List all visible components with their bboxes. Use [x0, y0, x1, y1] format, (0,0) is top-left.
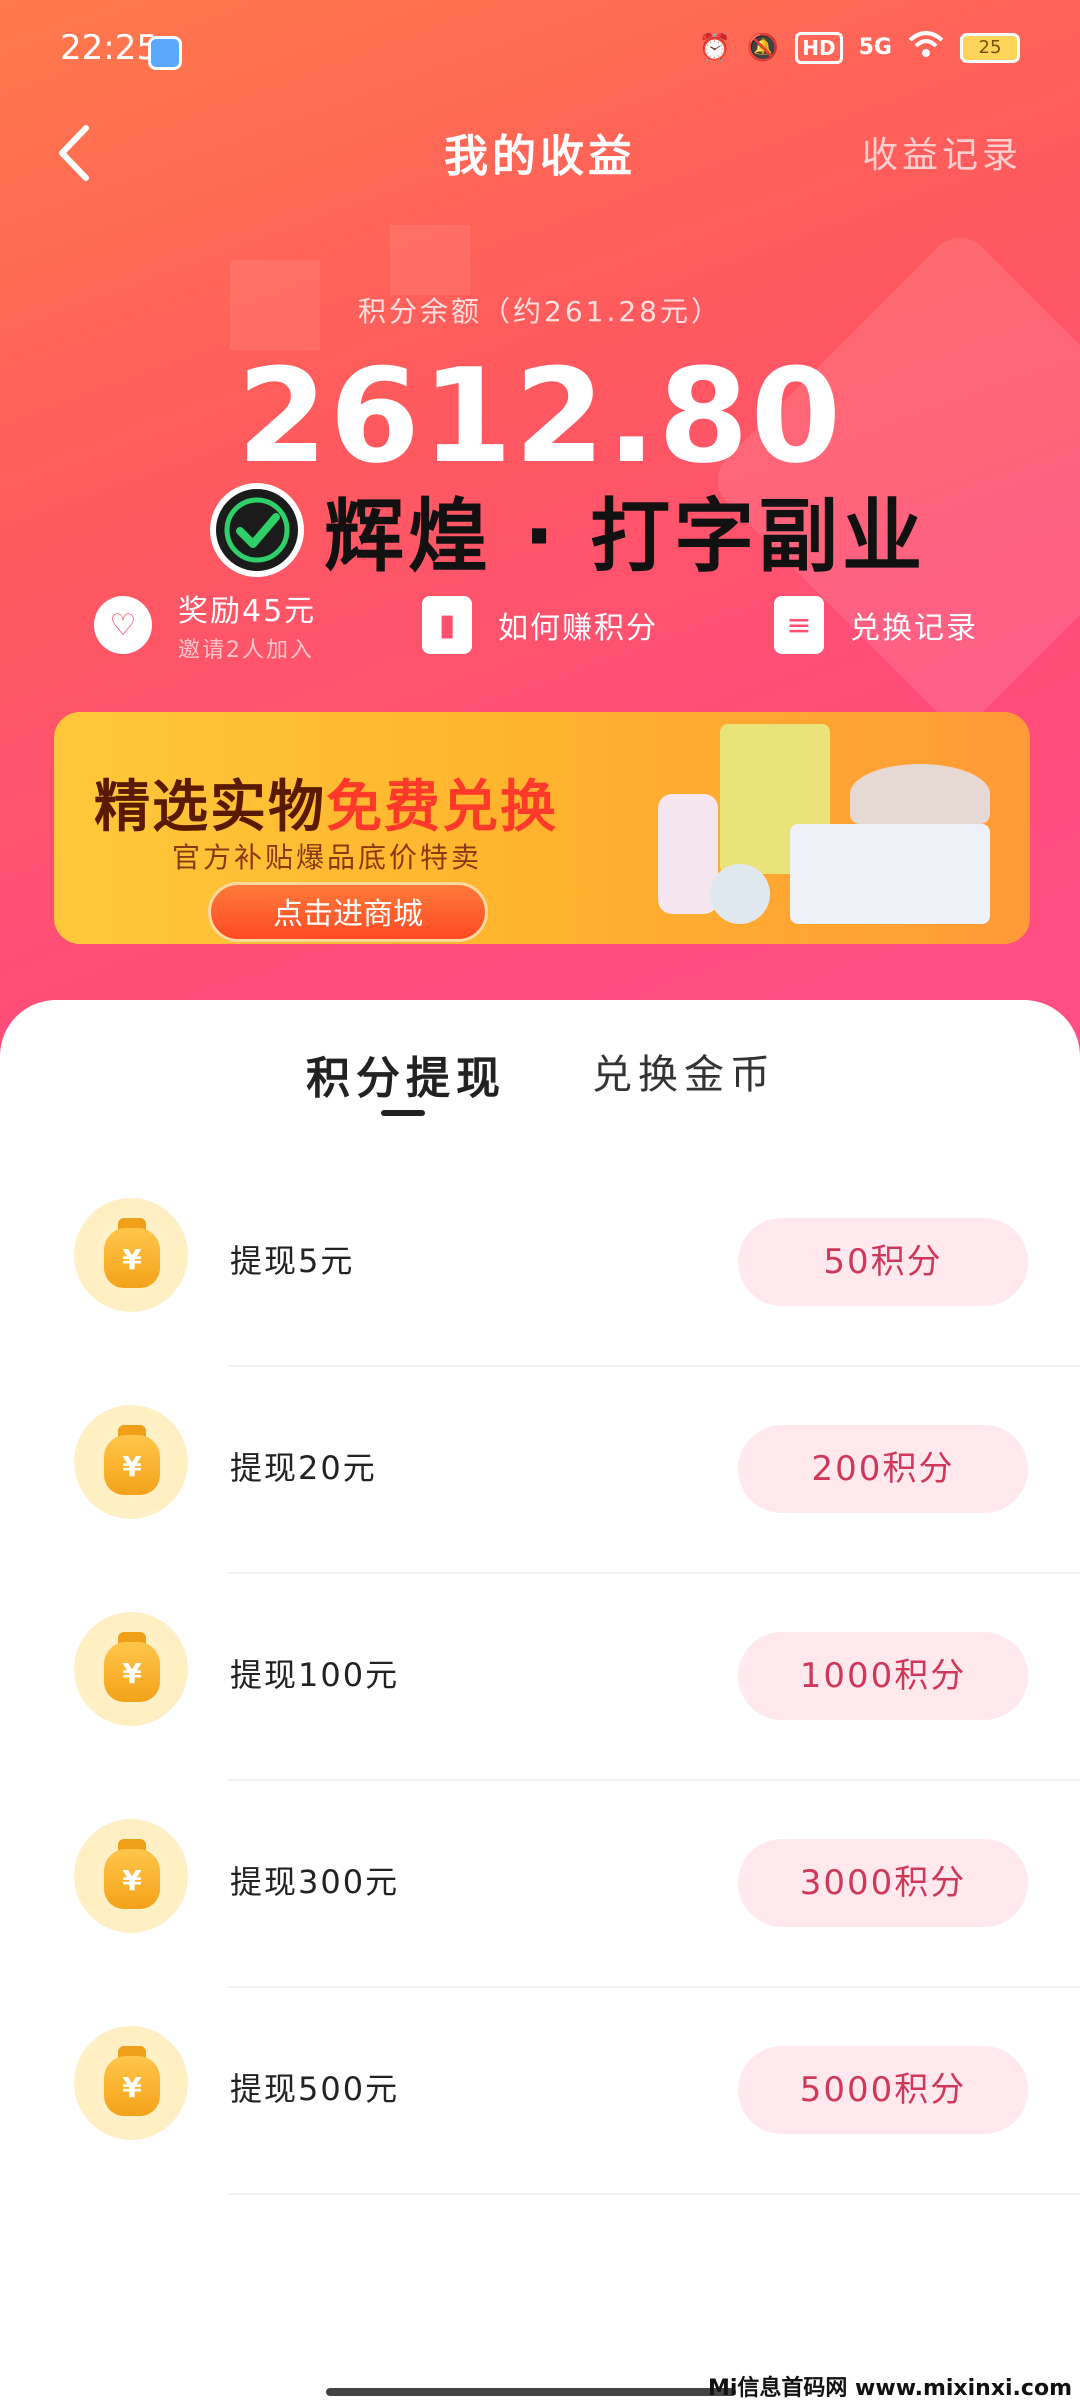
status-time: 22:25 — [60, 28, 158, 68]
list-item: ¥ 提现5元 50积分 — [0, 1160, 1080, 1367]
book-icon: ▮ — [422, 596, 472, 654]
withdraw-label: 提现500元 — [230, 2070, 400, 2108]
divider — [228, 2193, 1080, 2195]
banner-title-part1: 精选实物 — [94, 775, 326, 840]
check-circle-icon — [210, 483, 304, 577]
tab-points-withdraw[interactable]: 积分提现 — [306, 1042, 506, 1106]
withdraw-button[interactable]: 50积分 — [738, 1218, 1028, 1306]
signal-icon: 5G — [858, 35, 892, 60]
banner-subtitle: 官方补贴爆品底价特卖 — [172, 841, 483, 874]
quick-links: ♡ 奖励45元 邀请2人加入 ▮ 如何赚积分 ≡ 兑换记录 — [0, 580, 1080, 670]
quick-link-label: 奖励45元 — [178, 594, 317, 629]
product-box — [790, 824, 990, 924]
withdraw-button[interactable]: 1000积分 — [738, 1632, 1028, 1720]
status-bar: 22:25 ⏰ 🔕 HD 5G 25 — [0, 0, 1080, 100]
balance-label: 积分余额（约261.28元） — [358, 295, 722, 328]
banner-title: 精选实物免费兑换 — [94, 762, 558, 843]
tab-exchange-coins[interactable]: 兑换金币 — [592, 1042, 776, 1100]
brand-text: 辉煌 · 打字副业 — [324, 490, 927, 583]
notification-app-icon — [148, 36, 182, 70]
home-indicator[interactable] — [326, 2388, 736, 2396]
withdraw-panel: 积分提现 兑换金币 ¥ 提现5元 50积分 ¥ 提现20元 200积分 ¥ 提现… — [0, 1000, 1080, 2400]
mute-icon: 🔕 — [746, 32, 780, 63]
product-can — [710, 864, 770, 924]
money-bag-icon: ¥ — [74, 1612, 188, 1726]
document-icon: ≡ — [774, 596, 824, 654]
exchange-record-link[interactable]: ≡ 兑换记录 — [774, 580, 978, 670]
product-bottle — [658, 794, 718, 914]
money-bag-icon: ¥ — [74, 1198, 188, 1312]
quick-link-label: 如何赚积分 — [498, 611, 658, 646]
product-hat — [850, 764, 990, 824]
tab-indicator — [381, 1110, 425, 1116]
quick-link-label: 兑换记录 — [850, 611, 978, 646]
withdraw-label: 提现300元 — [230, 1863, 400, 1901]
tab-bar: 积分提现 兑换金币 — [0, 1000, 1080, 1120]
money-bag-icon: ¥ — [74, 1405, 188, 1519]
withdraw-label: 提现5元 — [230, 1242, 355, 1280]
decoration-square — [390, 225, 470, 295]
wifi-icon — [908, 30, 944, 65]
product-images — [640, 724, 1000, 934]
hd-icon: HD — [795, 31, 843, 64]
watermark-text: Mi信息首码网 www.mixinxi.com — [707, 2376, 1072, 2400]
invite-reward-link[interactable]: ♡ 奖励45元 邀请2人加入 — [94, 580, 316, 670]
enter-mall-button[interactable]: 点击进商城 — [208, 882, 488, 942]
mall-banner[interactable]: 精选实物免费兑换 官方补贴爆品底价特卖 点击进商城 — [54, 712, 1030, 944]
list-item: ¥ 提现300元 3000积分 — [0, 1781, 1080, 1988]
battery-icon: 25 — [960, 32, 1020, 63]
withdraw-button[interactable]: 5000积分 — [738, 2046, 1028, 2134]
withdraw-label: 提现100元 — [230, 1656, 400, 1694]
quick-link-sublabel: 邀请2人加入 — [178, 638, 314, 663]
money-bag-icon: ¥ — [74, 1819, 188, 1933]
header-background: 22:25 ⏰ 🔕 HD 5G 25 我的收益 收益记录 积分余额（约261.2… — [0, 0, 1080, 1060]
balance-value: 2612.80 — [236, 340, 844, 492]
list-item: ¥ 提现20元 200积分 — [0, 1367, 1080, 1574]
withdraw-button[interactable]: 200积分 — [738, 1425, 1028, 1513]
withdraw-button[interactable]: 3000积分 — [738, 1839, 1028, 1927]
how-to-earn-link[interactable]: ▮ 如何赚积分 — [422, 580, 658, 670]
brand-overlay: 辉煌 · 打字副业 — [210, 480, 926, 583]
alarm-icon: ⏰ — [698, 32, 731, 63]
money-bag-icon: ¥ — [74, 2026, 188, 2140]
banner-title-highlight: 免费兑换 — [326, 775, 558, 840]
status-icons: ⏰ 🔕 HD 5G 25 — [699, 30, 1020, 65]
earnings-record-link[interactable]: 收益记录 — [862, 126, 1022, 178]
list-item: ¥ 提现500元 5000积分 — [0, 1988, 1080, 2195]
heart-icon: ♡ — [94, 596, 152, 654]
list-item: ¥ 提现100元 1000积分 — [0, 1574, 1080, 1781]
withdraw-label: 提现20元 — [230, 1449, 377, 1487]
